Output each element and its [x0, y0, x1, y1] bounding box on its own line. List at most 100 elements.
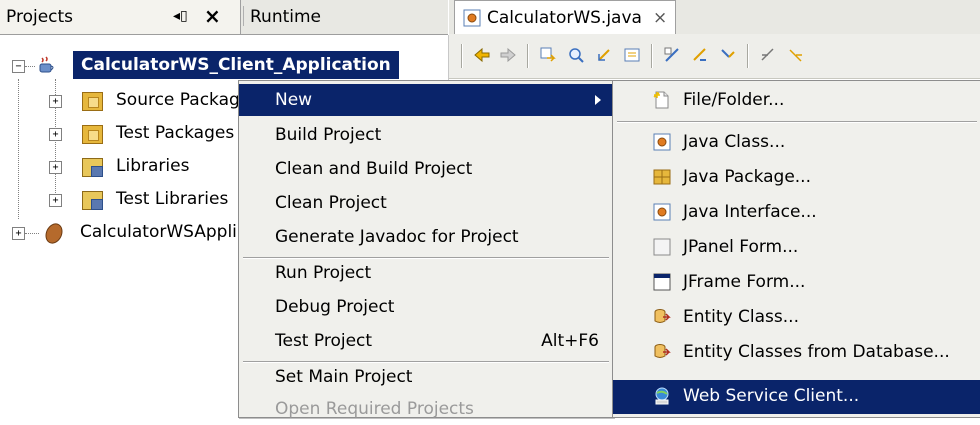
tab-projects[interactable]: Projects ◂▯ × [0, 0, 241, 34]
submenu-item-label: Entity Class... [683, 307, 799, 327]
expand-icon[interactable]: + [49, 194, 62, 207]
menu-item-label: Set Main Project [275, 367, 413, 387]
menu-item-clean-build-project[interactable]: Clean and Build Project [239, 153, 613, 185]
menu-item-label: Open Required Projects [275, 399, 474, 419]
menu-item-new[interactable]: New [239, 84, 613, 116]
menu-item-label: New [275, 90, 313, 110]
menu-item-shortcut: Alt+F6 [541, 331, 599, 351]
menu-separator [617, 121, 977, 123]
tree-node-label: CalculatorWSAppli [80, 222, 237, 242]
menu-item-open-required-projects: Open Required Projects [239, 393, 613, 425]
tree-node-test-libraries[interactable]: + Test Libraries [0, 186, 240, 214]
submenu-item-java-class[interactable]: Java Class... [613, 126, 980, 160]
tree-node-client-project[interactable]: − CalculatorWS_Client_Application [0, 51, 448, 79]
tree-node-server-project[interactable]: + CalculatorWSAppli [0, 219, 240, 247]
tree-node-label: Source Packag [116, 90, 240, 110]
editor-toolbar [449, 34, 980, 79]
tab-runtime-label: Runtime [250, 7, 322, 27]
context-menu: New Build Project Clean and Build Projec… [238, 80, 614, 419]
submenu-item-java-package[interactable]: Java Package... [613, 161, 980, 195]
submenu-item-label: JFrame Form... [683, 272, 806, 292]
submenu-item-label: Java Class... [683, 132, 786, 152]
tree-node-source-packages[interactable]: + Source Packag [0, 87, 240, 115]
submenu-item-label: JPanel Form... [683, 237, 799, 257]
minimize-window-icon[interactable]: ◂▯ [173, 8, 188, 24]
entity-class-icon [654, 309, 671, 323]
jpanel-form-icon [653, 238, 671, 256]
submenu-item-label: File/Folder... [683, 90, 785, 110]
expand-icon[interactable]: + [49, 161, 62, 174]
submenu-arrow-icon [595, 95, 601, 105]
menu-item-debug-project[interactable]: Debug Project [239, 291, 613, 323]
forward-arrow-icon[interactable] [499, 46, 517, 64]
tab-calculatorws-java[interactable]: CalculatorWS.java × [454, 0, 676, 35]
tree-node-libraries[interactable]: + Libraries [0, 153, 240, 181]
submenu-item-label: Web Service Client... [683, 386, 860, 406]
shift-left-icon[interactable] [759, 46, 777, 64]
collapse-icon[interactable]: − [12, 60, 25, 73]
tree-node-label: Test Packages [116, 123, 235, 143]
java-package-icon [653, 169, 671, 185]
menu-item-test-project[interactable]: Test Project Alt+F6 [239, 325, 613, 357]
submenu-item-jpanel-form[interactable]: JPanel Form... [613, 231, 980, 265]
jframe-form-icon [653, 273, 671, 291]
submenu-item-label: Java Package... [683, 167, 811, 187]
new-file-icon [653, 91, 669, 109]
toolbar-separator [651, 44, 653, 68]
submenu-item-jframe-form[interactable]: JFrame Form... [613, 266, 980, 300]
expand-icon[interactable]: + [49, 95, 62, 108]
package-folder-icon [82, 92, 103, 111]
java-file-icon [463, 9, 481, 27]
submenu-item-file-folder[interactable]: File/Folder... [613, 84, 980, 118]
editor-tab-label: CalculatorWS.java [487, 8, 642, 28]
library-icon [82, 191, 103, 210]
menu-item-label: Debug Project [275, 297, 395, 317]
menu-item-run-project[interactable]: Run Project [239, 257, 613, 289]
submenu-item-label: Entity Classes from Database... [683, 342, 950, 362]
menu-item-generate-javadoc[interactable]: Generate Javadoc for Project [239, 221, 613, 253]
tree-node-test-packages[interactable]: + Test Packages [0, 120, 240, 148]
menu-item-label: Clean Project [275, 193, 387, 213]
menu-item-build-project[interactable]: Build Project [239, 119, 613, 151]
close-icon[interactable]: × [204, 4, 221, 28]
menu-item-label: Build Project [275, 125, 382, 145]
submenu-item-label: Java Interface... [683, 202, 817, 222]
find-usages-icon[interactable] [539, 46, 557, 64]
next-bookmark-icon[interactable] [719, 46, 737, 64]
tab-projects-label: Projects [6, 7, 74, 27]
java-project-icon [39, 56, 54, 73]
menu-item-clean-project[interactable]: Clean Project [239, 187, 613, 219]
next-occurrence-icon[interactable] [623, 46, 641, 64]
submenu-item-java-interface[interactable]: Java Interface... [613, 196, 980, 230]
toolbar-separator [461, 44, 463, 68]
menu-item-label: Test Project [275, 331, 373, 351]
new-submenu: File/Folder... Java Class... Java Packag… [612, 80, 980, 418]
tree-node-label: Test Libraries [116, 189, 229, 209]
web-service-client-icon [655, 387, 669, 405]
entity-database-icon [654, 344, 671, 358]
java-class-icon [653, 133, 671, 151]
tree-node-label: Libraries [116, 156, 190, 176]
submenu-item-web-service-client[interactable]: Web Service Client... [613, 380, 980, 414]
menu-item-label: Clean and Build Project [275, 159, 473, 179]
toggle-highlight-icon[interactable] [663, 46, 681, 64]
submenu-item-entity-class[interactable]: Entity Class... [613, 301, 980, 335]
back-arrow-icon[interactable] [473, 46, 491, 64]
package-folder-icon [82, 125, 103, 144]
expand-icon[interactable]: + [12, 227, 25, 240]
tree-node-label: CalculatorWS_Client_Application [73, 51, 399, 79]
close-tab-icon[interactable]: × [653, 8, 667, 28]
toolbar-separator [527, 44, 529, 68]
menu-item-set-main-project[interactable]: Set Main Project [239, 361, 613, 393]
shift-right-icon[interactable] [787, 46, 805, 64]
submenu-item-entity-classes-from-database[interactable]: Entity Classes from Database... [613, 336, 980, 370]
previous-occurrence-icon[interactable] [595, 46, 613, 64]
menu-item-label: Run Project [275, 263, 372, 283]
tab-divider [243, 6, 244, 26]
java-bean-icon [42, 220, 66, 247]
search-icon[interactable] [567, 46, 585, 64]
expand-icon[interactable]: + [49, 128, 62, 141]
java-interface-icon [653, 203, 671, 221]
toolbar-separator [747, 44, 749, 68]
toggle-bookmark-icon[interactable] [691, 46, 709, 64]
